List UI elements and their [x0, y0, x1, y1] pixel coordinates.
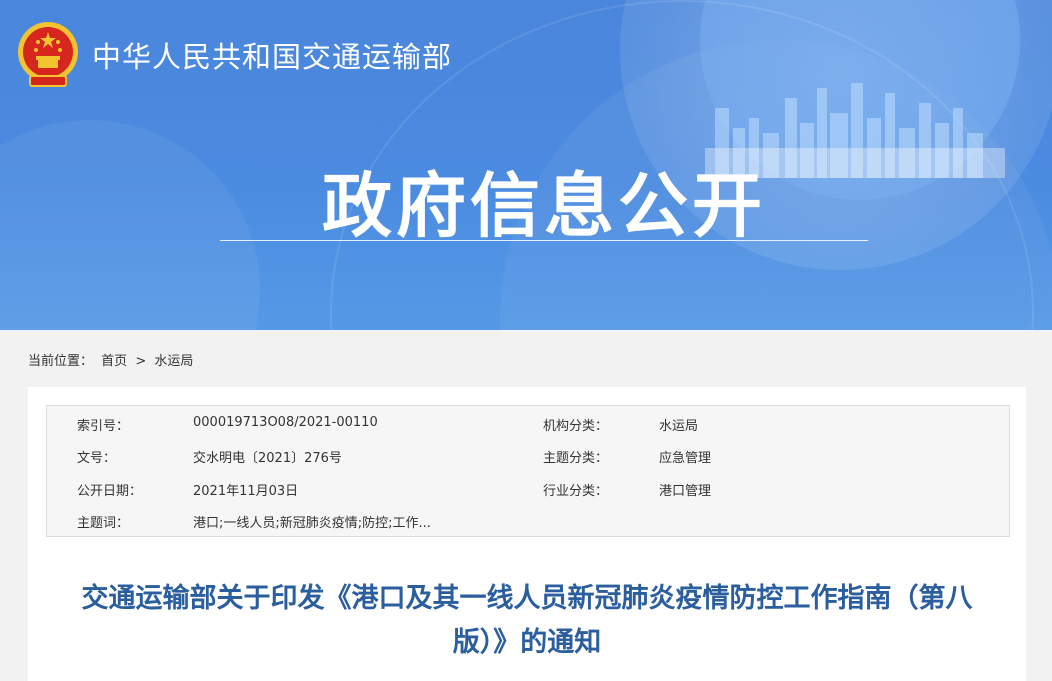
org-label: 机构分类： — [543, 419, 609, 434]
index-no-value: 000019713O08/2021-00110 — [193, 415, 378, 430]
industry-label: 行业分类： — [543, 484, 609, 499]
meta-row: 主题词： 港口;一线人员;新冠肺炎疫情;防控;工作... — [47, 512, 1009, 532]
keywords-value: 港口;一线人员;新冠肺炎疫情;防控;工作... — [193, 516, 431, 531]
date-label: 公开日期： — [77, 484, 143, 499]
breadcrumb-separator: > — [135, 354, 147, 369]
keywords-label: 主题词： — [77, 516, 130, 531]
ministry-name: 中华人民共和国交通运输部 — [92, 40, 453, 74]
document-title: 交通运输部关于印发《港口及其一线人员新冠肺炎疫情防控工作指南（第八 版）》的通知 — [28, 577, 1026, 665]
page-section-title: 政府信息公开 — [322, 165, 766, 247]
document-metadata-table: 索引号： 000019713O08/2021-00110 机构分类： 水运局 文… — [46, 405, 1010, 537]
industry-value: 港口管理 — [659, 484, 712, 499]
meta-row: 索引号： 000019713O08/2021-00110 机构分类： 水运局 — [47, 415, 1009, 435]
document-card: 索引号： 000019713O08/2021-00110 机构分类： 水运局 文… — [28, 387, 1026, 681]
document-title-line: 版）》的通知 — [452, 627, 602, 658]
document-title-line: 交通运输部关于印发《港口及其一线人员新冠肺炎疫情防控工作指南（第八 — [81, 583, 973, 614]
meta-row: 文号： 交水明电〔2021〕276号 主题分类： 应急管理 — [47, 447, 1009, 467]
index-no-label: 索引号： — [77, 419, 130, 434]
date-value: 2021年11月03日 — [193, 484, 299, 499]
title-divider — [220, 240, 868, 241]
org-value: 水运局 — [659, 419, 699, 434]
topic-value: 应急管理 — [659, 451, 712, 466]
breadcrumb-label: 当前位置： — [28, 354, 94, 369]
national-emblem-icon — [18, 22, 78, 87]
meta-row: 公开日期： 2021年11月03日 行业分类： 港口管理 — [47, 480, 1009, 500]
breadcrumb: 当前位置： 首页 > 水运局 — [28, 350, 197, 369]
breadcrumb-current-link[interactable]: 水运局 — [154, 354, 193, 369]
header-banner: 中华人民共和国交通运输部 政府信息公开 — [0, 0, 1052, 330]
breadcrumb-home-link[interactable]: 首页 — [101, 354, 127, 369]
topic-label: 主题分类： — [543, 451, 609, 466]
doc-no-value: 交水明电〔2021〕276号 — [193, 451, 342, 466]
doc-no-label: 文号： — [77, 451, 117, 466]
